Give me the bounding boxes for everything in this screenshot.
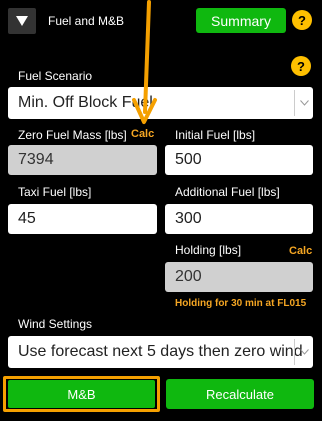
taxi-fuel-field[interactable]: 45 [8,204,157,234]
summary-button[interactable]: Summary [196,8,286,33]
mb-button[interactable]: M&B [8,380,155,408]
header-help-icon[interactable]: ? [292,10,312,30]
fuel-scenario-label: Fuel Scenario [18,69,93,83]
arrow-down-icon [132,0,157,124]
taxi-fuel-label: Taxi Fuel [lbs] [18,185,92,199]
collapse-toggle-button[interactable] [8,8,36,34]
panel-title: Fuel and M&B [48,14,125,28]
initial-fuel-label: Initial Fuel [lbs] [175,128,256,142]
wind-settings-select[interactable]: Use forecast next 5 days then zero wind [8,336,313,368]
holding-field[interactable]: 200 [165,262,313,292]
zfm-label: Zero Fuel Mass [lbs] [18,128,127,142]
initial-fuel-field[interactable]: 500 [165,145,313,175]
holding-label: Holding [lbs] [175,243,242,257]
wind-settings-value: Use forecast next 5 days then zero wind [18,343,303,360]
fuel-scenario-help-icon[interactable]: ? [291,56,311,76]
holding-calc-link[interactable]: Calc [289,245,312,257]
chevron-down-icon [294,339,313,365]
additional-fuel-field[interactable]: 300 [165,204,313,234]
zfm-field[interactable]: 7394 [8,145,157,175]
fuel-scenario-select[interactable]: Min. Off Block Fuel [8,87,313,119]
chevron-down-icon [294,90,313,116]
triangle-down-icon [16,16,28,26]
holding-note: Holding for 30 min at FL015 [175,298,307,309]
wind-settings-label: Wind Settings [18,317,93,331]
recalculate-button[interactable]: Recalculate [166,379,314,409]
additional-fuel-label: Additional Fuel [lbs] [175,185,280,199]
